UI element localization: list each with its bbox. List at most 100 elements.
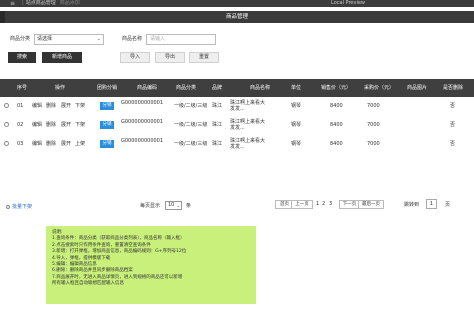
delete-link[interactable]: 删除 bbox=[46, 135, 56, 153]
row-radio[interactable] bbox=[4, 122, 9, 127]
jump-unit: 页 bbox=[445, 202, 451, 208]
product-category: 一级/二级/三级 bbox=[174, 103, 208, 109]
product-cost: 7000 bbox=[367, 103, 380, 109]
edit-link[interactable]: 编辑 bbox=[32, 116, 42, 134]
last-page-button[interactable]: 最后一页 bbox=[358, 200, 384, 209]
row-radio[interactable] bbox=[4, 141, 9, 146]
header-actions: 操作 bbox=[54, 85, 65, 91]
product-cost: 7000 bbox=[367, 141, 380, 147]
import-button[interactable]: 导入 bbox=[120, 52, 150, 63]
header-distribution: 团购分销 bbox=[96, 85, 117, 91]
note-line: 所有输入框且自动联想匹配输入信息 bbox=[52, 281, 124, 287]
page-number-2[interactable]: 2 bbox=[322, 200, 325, 209]
category-select-value: 请选择 bbox=[37, 36, 53, 42]
header-name: 商品名称 bbox=[249, 85, 270, 91]
name-label: 商品名称 bbox=[122, 36, 143, 42]
breadcrumb-sub[interactable]: 商品添加 bbox=[60, 0, 80, 6]
chevron-down-icon: ⌄ bbox=[176, 203, 180, 208]
per-page-label: 每页显示 bbox=[140, 203, 161, 209]
row-index: 02 bbox=[17, 122, 24, 128]
table-header: 序号 操作 团购分销 商品编码 商品分类 品牌 商品名称 单位 销售价（元） 采… bbox=[0, 79, 474, 97]
breadcrumb: | 站点商品管理 商品添加 bbox=[22, 0, 80, 6]
row-index: 01 bbox=[17, 103, 24, 109]
name-input-placeholder: 请输入 bbox=[150, 36, 166, 42]
header-category: 商品分类 bbox=[175, 85, 196, 91]
delete-link[interactable]: 删除 bbox=[46, 97, 56, 115]
product-code: G000000000001 bbox=[121, 100, 164, 106]
reset-button[interactable]: 重置 bbox=[189, 52, 219, 63]
category-select[interactable]: 请选择 ⌄ bbox=[34, 34, 104, 45]
batch-offshelf-label[interactable]: 批量下架 bbox=[12, 204, 32, 210]
per-page-value: 10 bbox=[168, 202, 175, 208]
search-button[interactable]: 搜索 bbox=[8, 52, 36, 63]
product-unit: 钢琴 bbox=[291, 122, 302, 128]
product-deleted: 否 bbox=[450, 141, 456, 147]
batch-radio[interactable] bbox=[6, 204, 10, 209]
title-bar: 商品管理 bbox=[0, 11, 474, 23]
notes-panel: 说明: 1.查询条件：商品分类（获取商品分类列表），商品名称（输入框） 2.点击… bbox=[46, 226, 256, 304]
page-number-1[interactable]: 1 bbox=[316, 200, 319, 209]
product-price: 8400 bbox=[330, 103, 343, 109]
product-category: 一级/二级/三级 bbox=[174, 141, 208, 147]
product-deleted: 否 bbox=[450, 122, 456, 128]
distribution-tag[interactable]: 分销 bbox=[100, 121, 114, 129]
header-index: 序号 bbox=[16, 85, 27, 91]
breadcrumb-current[interactable]: 站点商品管理 bbox=[26, 0, 56, 6]
add-product-button[interactable]: 新增商品 bbox=[42, 52, 82, 63]
product-category: 一级/二级/三级 bbox=[174, 122, 208, 128]
product-price: 8400 bbox=[330, 141, 343, 147]
header-code: 商品编码 bbox=[136, 85, 157, 91]
category-label: 商品分类 bbox=[10, 36, 31, 42]
product-unit: 钢琴 bbox=[291, 103, 302, 109]
header-unit: 单位 bbox=[290, 85, 301, 91]
prev-page-button[interactable]: 上一页 bbox=[291, 200, 313, 209]
table-row[interactable]: 03 编辑 删除 展开 上架 分销 G000000000001 一级/二级/三级… bbox=[0, 135, 474, 153]
header-image: 商品图片 bbox=[406, 85, 427, 91]
header-brand: 品牌 bbox=[211, 85, 222, 91]
expand-link[interactable]: 展开 bbox=[61, 97, 71, 115]
next-page-button[interactable]: 下一页 bbox=[339, 200, 360, 209]
shelf-link[interactable]: 上架 bbox=[75, 135, 85, 153]
expand-link[interactable]: 展开 bbox=[61, 135, 71, 153]
top-bar: ≡ | 站点商品管理 商品添加 Local Preview bbox=[0, 0, 474, 7]
export-button[interactable]: 导出 bbox=[155, 52, 185, 63]
table-row[interactable]: 01 编辑 删除 展开 下架 分销 G000000000001 一级/二级/三级… bbox=[0, 97, 474, 115]
expand-link[interactable]: 展开 bbox=[61, 116, 71, 134]
page-number-3[interactable]: 3 bbox=[329, 200, 332, 209]
distribution-tag[interactable]: 分销 bbox=[100, 140, 114, 148]
product-deleted: 否 bbox=[450, 103, 456, 109]
chevron-down-icon: ⌄ bbox=[96, 36, 101, 42]
table-row[interactable]: 02 编辑 删除 展开 下架 分销 G000000000001 一级/二级/三级… bbox=[0, 116, 474, 134]
per-page-select[interactable]: 10 ⌄ bbox=[165, 201, 182, 210]
row-index: 03 bbox=[17, 141, 24, 147]
jump-label: 跳转到 bbox=[404, 202, 420, 208]
edit-link[interactable]: 编辑 bbox=[32, 135, 42, 153]
product-price: 8400 bbox=[330, 122, 343, 128]
product-code: G000000000001 bbox=[121, 138, 164, 144]
product-name: 珠江啊上来看大发发... bbox=[230, 119, 266, 131]
header-cost: 采购价（元） bbox=[363, 85, 394, 91]
distribution-tag[interactable]: 分销 bbox=[100, 102, 114, 110]
delete-link[interactable]: 删除 bbox=[46, 116, 56, 134]
per-page-unit: 条 bbox=[186, 203, 192, 209]
name-input[interactable]: 请输入 bbox=[146, 34, 216, 45]
product-brand: 珠江 bbox=[212, 141, 223, 147]
shelf-link[interactable]: 下架 bbox=[75, 97, 85, 115]
header-deleted: 是否删除 bbox=[442, 85, 463, 91]
product-cost: 7000 bbox=[367, 122, 380, 128]
product-code: G000000000001 bbox=[121, 119, 164, 125]
edit-link[interactable]: 编辑 bbox=[32, 97, 42, 115]
product-brand: 珠江 bbox=[212, 103, 223, 109]
batch-offshelf[interactable]: 批量下架 bbox=[6, 203, 32, 210]
product-name: 珠江啊上来看大发发... bbox=[230, 100, 266, 112]
menu-icon[interactable]: ≡ bbox=[10, 0, 15, 7]
header-price: 销售价（元） bbox=[320, 85, 351, 91]
page-title: 商品管理 bbox=[225, 14, 248, 20]
product-unit: 钢琴 bbox=[291, 141, 302, 147]
product-name: 珠江啊上来看大发发... bbox=[230, 138, 266, 150]
product-brand: 珠江 bbox=[212, 122, 223, 128]
shelf-link[interactable]: 下架 bbox=[75, 116, 85, 134]
jump-page-input[interactable]: 1 bbox=[426, 199, 437, 209]
row-radio[interactable] bbox=[4, 103, 9, 108]
hostname-text: Local Preview bbox=[331, 0, 366, 6]
